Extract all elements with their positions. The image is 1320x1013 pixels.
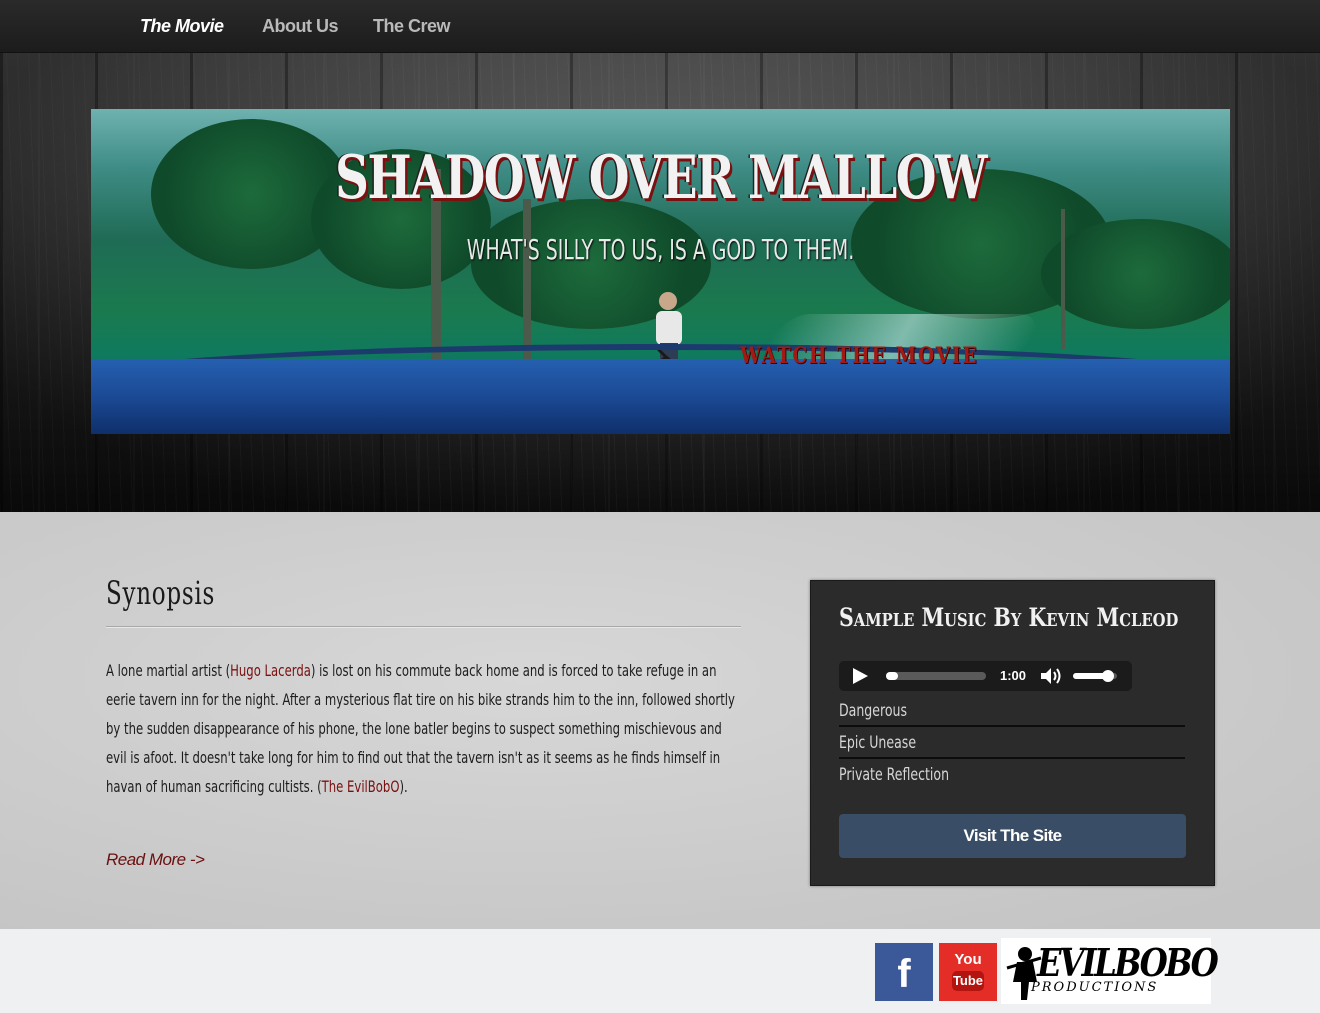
track-item[interactable]: Dangerous	[839, 695, 1185, 727]
banner-tagline: WHAT'S SILLY TO US, IS A GOD TO THEM.	[466, 233, 855, 266]
evilbobo-logo[interactable]: EVILBOBO PRODUCTIONS	[1001, 938, 1219, 1004]
logo-main-text: EVILBOBO	[1037, 940, 1219, 985]
car-hood	[91, 359, 1230, 434]
volume-icon[interactable]	[1039, 666, 1063, 686]
music-panel: Sample Music By Kevin Mcleod 1:00 Danger…	[810, 580, 1215, 886]
audio-player: 1:00	[839, 661, 1132, 691]
track-label: Private Reflection	[839, 765, 950, 785]
facebook-icon[interactable]: f	[875, 943, 933, 1001]
synopsis-title: Synopsis	[106, 574, 216, 612]
nav-item-the-crew[interactable]: The Crew	[373, 16, 451, 37]
movie-banner[interactable]: SHADOW OVER MALLOW WHAT'S SILLY TO US, I…	[91, 109, 1230, 434]
youtube-label-top: You	[954, 951, 982, 968]
progress-bar[interactable]	[886, 672, 986, 680]
synopsis-text: A lone martial artist (Hugo Lacerda) is …	[106, 656, 738, 801]
volume-knob[interactable]	[1102, 670, 1115, 682]
read-more-link[interactable]: Read More ->	[106, 850, 205, 870]
youtube-label-bottom: Tube	[952, 971, 984, 991]
play-icon[interactable]	[853, 668, 868, 684]
synopsis-text-part2: ) is lost on his commute back home and i…	[106, 661, 735, 796]
logo-sub-text: PRODUCTIONS	[1031, 980, 1159, 995]
track-label: Epic Unease	[839, 733, 917, 753]
main-content: Synopsis A lone martial artist (Hugo Lac…	[0, 512, 1320, 929]
track-item[interactable]: Epic Unease	[839, 727, 1185, 759]
youtube-icon[interactable]: You Tube	[939, 943, 997, 1001]
synopsis-text-part1: A lone martial artist (	[106, 661, 231, 680]
track-item[interactable]: Private Reflection	[839, 759, 1185, 791]
volume-slider[interactable]	[1073, 670, 1117, 682]
time-display: 1:00	[1000, 668, 1027, 683]
synopsis-text-part3: ).	[399, 777, 408, 796]
synopsis-divider	[106, 626, 741, 627]
actor-link[interactable]: Hugo Lacerda	[230, 661, 311, 680]
director-link[interactable]: The EvilBobO	[322, 777, 400, 796]
banner-title: SHADOW OVER MALLOW	[335, 143, 987, 213]
footer: f You Tube EVILBOBO PRODUCTIONS	[0, 929, 1320, 1013]
visit-site-button[interactable]: Visit The Site	[839, 814, 1186, 858]
progress-fill	[886, 672, 898, 680]
track-label: Dangerous	[839, 701, 907, 721]
top-navbar: The Movie About Us The Crew	[0, 0, 1320, 53]
banner-pole	[1061, 209, 1065, 349]
hero-section: SHADOW OVER MALLOW WHAT'S SILLY TO US, I…	[0, 53, 1320, 512]
nav-item-the-movie[interactable]: The Movie	[140, 16, 224, 37]
nav-item-about-us[interactable]: About Us	[262, 16, 339, 37]
banner-trunk	[523, 199, 531, 359]
watch-movie-link[interactable]: WATCH THE MOVIE	[740, 343, 978, 369]
music-panel-title: Sample Music By Kevin Mcleod	[839, 603, 1179, 632]
